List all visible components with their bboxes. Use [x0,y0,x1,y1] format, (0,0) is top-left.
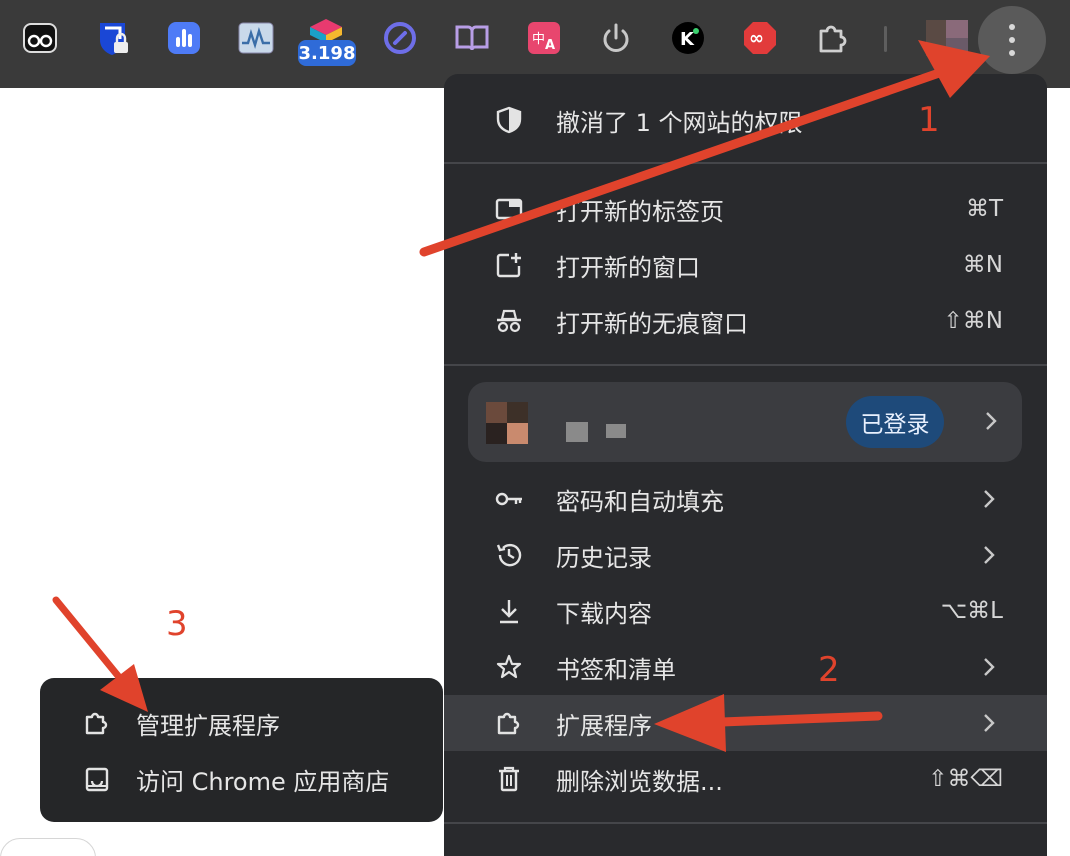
menu-item-passwords[interactable]: 密码和自动填充 [444,471,1047,527]
profile-row[interactable]: 已登录 [468,382,1022,462]
chevron-right-icon [984,714,995,732]
menu-item-revoke-permissions[interactable]: 撤消了 1 个网站的权限 [444,92,1047,148]
puzzle-icon [494,708,524,738]
shield-lock-icon[interactable] [96,20,132,56]
annotation-step-2: 2 [818,650,840,690]
dot-icon [1009,24,1015,30]
menu-item-label: 下载内容 [556,599,652,628]
chevron-right-icon [984,490,995,508]
new-tab-icon [494,194,524,224]
extensions-submenu: 管理扩展程序 访问 Chrome 应用商店 [40,678,443,822]
shortcut-text: ⇧⌘N [943,308,1003,334]
shortcut-text: ⌥⌘L [940,598,1003,624]
menu-item-bookmarks[interactable]: 书签和清单 [444,639,1047,695]
history-icon [494,540,524,570]
page-fragment [0,838,96,856]
key-icon [494,484,524,514]
shield-half-icon [494,105,524,135]
menu-item-new-window[interactable]: 打开新的窗口 ⌘N [444,237,1047,293]
star-icon [494,652,524,682]
menu-item-label: 打开新的无痕窗口 [556,309,748,338]
puzzle-icon[interactable] [814,20,850,56]
dot-icon [1009,37,1015,43]
dot-icon [1009,50,1015,56]
infinity-stop-icon[interactable]: ∞ [742,20,778,56]
submenu-item-chrome-web-store[interactable]: 访问 Chrome 应用商店 [40,751,443,807]
profile-avatar-icon [486,402,528,444]
menu-item-label: 撤消了 1 个网站的权限 [556,108,803,137]
translate-icon[interactable]: 中A [526,20,562,56]
svg-text:K: K [680,29,695,50]
profile-name-redacted [606,424,626,438]
menu-item-new-tab[interactable]: 打开新的标签页 ⌘T [444,181,1047,237]
menu-item-label: 删除浏览数据... [556,767,723,796]
at-circle-icon[interactable] [382,20,418,56]
chevron-right-icon [984,410,998,436]
menu-item-label: 书签和清单 [556,655,676,684]
menu-item-incognito[interactable]: 打开新的无痕窗口 ⇧⌘N [444,293,1047,349]
chrome-main-menu: 撤消了 1 个网站的权限 打开新的标签页 ⌘T 打开新的窗口 ⌘N 打开新的无痕… [444,74,1047,856]
k-logo-icon[interactable]: K [670,20,706,56]
bar-chart-icon[interactable] [166,20,202,56]
chrome-menu-button[interactable] [978,6,1046,74]
menu-item-extensions[interactable]: 扩展程序 [444,695,1047,751]
annotation-step-3: 3 [166,604,188,644]
shortcut-text: ⇧⌘⌫ [928,766,1003,792]
trash-icon [494,764,524,794]
menu-item-label: 打开新的窗口 [556,253,700,282]
svg-text:∞: ∞ [749,28,764,49]
shortcut-text: ⌘N [962,252,1003,278]
open-book-icon[interactable] [454,20,490,56]
menu-item-label: 打开新的标签页 [556,197,724,226]
toolbar-divider [884,26,887,52]
menu-item-downloads[interactable]: 下载内容 ⌥⌘L [444,583,1047,639]
menu-divider [444,162,1047,164]
submenu-item-manage-extensions[interactable]: 管理扩展程序 [40,695,443,751]
submenu-item-label: 管理扩展程序 [136,711,280,740]
shortcut-text: ⌘T [965,196,1003,222]
download-icon [494,596,524,626]
menu-divider [444,822,1047,824]
svg-text:A: A [545,38,555,53]
power-icon[interactable] [598,20,634,56]
menu-item-label: 密码和自动填充 [556,487,724,516]
chevron-right-icon [984,658,995,676]
extension-count-badge: 3.198 [298,40,356,66]
profile-avatar-icon[interactable] [926,20,968,56]
puzzle-icon [82,708,112,738]
menu-item-label: 历史记录 [556,543,652,572]
new-window-icon [494,250,524,280]
waveform-icon[interactable] [238,20,274,56]
store-icon [82,764,112,794]
chevron-right-icon [984,546,995,564]
signed-in-badge: 已登录 [846,396,944,448]
bitwarden-eyes-icon[interactable] [22,20,58,56]
profile-name-redacted [566,422,588,442]
menu-item-clear-data[interactable]: 删除浏览数据... ⇧⌘⌫ [444,751,1047,807]
menu-divider [444,364,1047,366]
incognito-icon [494,306,524,336]
menu-item-label: 扩展程序 [556,711,652,740]
svg-text:中: 中 [532,32,545,47]
submenu-item-label: 访问 Chrome 应用商店 [136,767,390,796]
menu-item-history[interactable]: 历史记录 [444,527,1047,583]
annotation-step-1: 1 [918,100,940,140]
